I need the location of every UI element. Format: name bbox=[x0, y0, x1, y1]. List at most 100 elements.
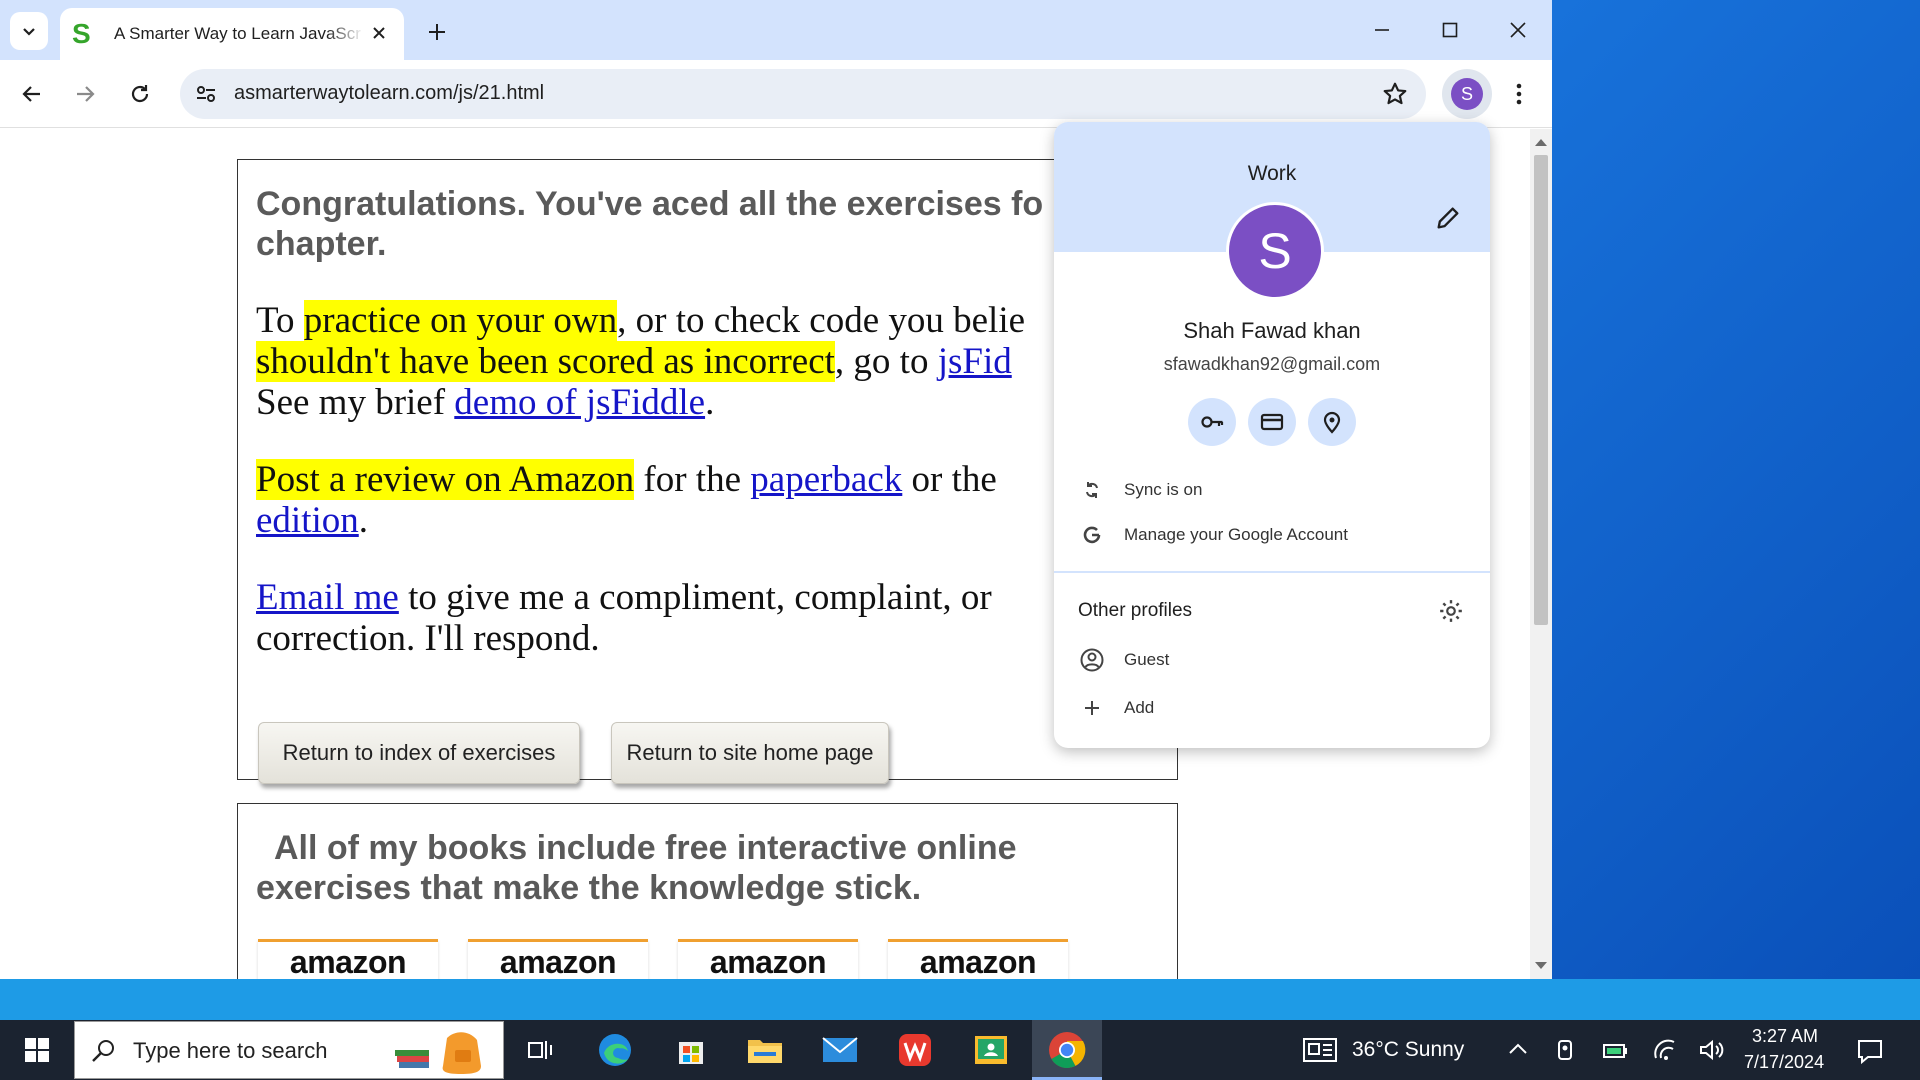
windows-taskbar: Type here to search 36°C Sunny 3:27 AM 7… bbox=[0, 1020, 1920, 1080]
avatar: S bbox=[1451, 78, 1483, 110]
meet-now-icon[interactable] bbox=[1554, 1038, 1576, 1062]
location-pin-icon bbox=[1323, 411, 1341, 434]
microsoft-store-taskbar-icon[interactable] bbox=[654, 1020, 728, 1080]
new-tab-button[interactable] bbox=[420, 15, 454, 49]
windows-logo-icon bbox=[25, 1038, 49, 1062]
edge-taskbar-icon[interactable] bbox=[578, 1020, 652, 1080]
link-paperback[interactable]: paperback bbox=[750, 459, 902, 500]
task-view-button[interactable] bbox=[504, 1020, 578, 1080]
notification-icon[interactable] bbox=[1856, 1037, 1884, 1065]
url-text[interactable]: asmarterwaytolearn.com/js/21.html bbox=[234, 82, 544, 105]
wifi-icon[interactable] bbox=[1652, 1038, 1678, 1062]
site-favicon: S bbox=[72, 18, 91, 49]
plus-icon bbox=[1078, 699, 1106, 717]
file-explorer-taskbar-icon[interactable] bbox=[728, 1020, 802, 1080]
close-icon bbox=[373, 27, 385, 39]
clock-time[interactable]: 3:27 AM bbox=[1752, 1026, 1818, 1047]
chrome-menu-button[interactable] bbox=[1500, 75, 1538, 113]
books-heading-line-2: exercises that make the knowledge stick. bbox=[256, 869, 922, 907]
credit-card-icon bbox=[1260, 413, 1284, 431]
desktop-band bbox=[0, 979, 1920, 1020]
clock-date[interactable]: 7/17/2024 bbox=[1744, 1052, 1824, 1073]
address-bar[interactable]: asmarterwaytolearn.com/js/21.html bbox=[180, 69, 1426, 119]
sync-icon bbox=[1078, 480, 1106, 500]
payment-methods-button[interactable] bbox=[1248, 398, 1296, 446]
back-button[interactable] bbox=[13, 75, 51, 113]
tab-search-button[interactable] bbox=[10, 12, 48, 50]
paragraph-practice-line-2: shouldn't have been scored as incorrect,… bbox=[256, 341, 1012, 382]
amazon-logo-2[interactable]: amazon bbox=[468, 939, 648, 979]
guest-label: Guest bbox=[1124, 650, 1170, 669]
close-window-button[interactable] bbox=[1484, 0, 1552, 60]
amazon-logo-1[interactable]: amazon bbox=[258, 939, 438, 979]
link-demo-of-jsfiddle[interactable]: demo of jsFiddle bbox=[454, 382, 705, 423]
wps-office-taskbar-icon[interactable] bbox=[878, 1020, 952, 1080]
mail-taskbar-icon[interactable] bbox=[803, 1020, 877, 1080]
return-to-index-button[interactable]: Return to index of exercises bbox=[258, 722, 580, 784]
chrome-taskbar-active[interactable] bbox=[1032, 1020, 1102, 1080]
weather-news-icon[interactable] bbox=[1302, 1036, 1338, 1064]
addresses-button[interactable] bbox=[1308, 398, 1356, 446]
chevron-down-icon bbox=[23, 28, 35, 36]
pencil-icon[interactable] bbox=[1434, 204, 1462, 232]
manage-account-row[interactable]: Manage your Google Account bbox=[1078, 520, 1348, 550]
maximize-button[interactable] bbox=[1416, 0, 1484, 60]
search-placeholder: Type here to search bbox=[133, 1038, 328, 1063]
site-info-icon[interactable] bbox=[192, 80, 220, 108]
profile-label: Work bbox=[1247, 162, 1297, 185]
arrow-right-icon bbox=[77, 86, 95, 102]
highlight-review: Post a review on Amazon bbox=[256, 459, 635, 500]
profile-button[interactable]: S bbox=[1442, 69, 1492, 119]
congratulations-box: Congratulations. You've aced all the exe… bbox=[237, 159, 1178, 784]
page-scrollbar[interactable] bbox=[1530, 129, 1552, 979]
chevron-up-icon[interactable] bbox=[1508, 1041, 1528, 1057]
key-icon bbox=[1201, 416, 1224, 428]
amazon-logo-4[interactable]: amazon bbox=[888, 939, 1068, 979]
heading-line-1: Congratulations. You've aced all the exe… bbox=[256, 185, 1044, 223]
paragraph-email-line-1: Email me to give me a compliment, compla… bbox=[256, 577, 992, 618]
close-icon bbox=[1510, 22, 1526, 38]
other-profiles-heading: Other profiles bbox=[1078, 600, 1193, 621]
volume-icon[interactable] bbox=[1698, 1038, 1726, 1062]
scroll-thumb[interactable] bbox=[1534, 155, 1548, 625]
chrome-window: S A Smarter Way to Learn JavaScr asmarte… bbox=[0, 0, 1552, 979]
link-email-me[interactable]: Email me bbox=[256, 577, 399, 618]
tab-active[interactable]: S A Smarter Way to Learn JavaScr bbox=[60, 8, 404, 60]
paragraph-email-line-2: correction. I'll respond. bbox=[256, 618, 600, 659]
paragraph-practice-line-3: See my brief demo of jsFiddle. bbox=[256, 382, 715, 423]
taskbar-search-box[interactable]: Type here to search bbox=[74, 1021, 504, 1079]
link-jsfiddle[interactable]: jsFid bbox=[938, 341, 1012, 382]
tab-strip: S A Smarter Way to Learn JavaScr bbox=[0, 0, 1552, 60]
scroll-down-arrow[interactable] bbox=[1535, 962, 1547, 969]
reload-button[interactable] bbox=[121, 75, 159, 113]
scroll-up-arrow[interactable] bbox=[1535, 139, 1547, 146]
profile-menu-popup: Work S Shah Fawad khan sfawadkhan92@gmai… bbox=[1054, 122, 1490, 748]
add-profile-row[interactable]: Add bbox=[1078, 693, 1154, 723]
books-box: All of my books include free interactive… bbox=[237, 803, 1178, 979]
manage-account-label: Manage your Google Account bbox=[1124, 525, 1348, 544]
battery-icon[interactable] bbox=[1602, 1039, 1630, 1061]
classroom-taskbar-icon[interactable] bbox=[954, 1020, 1028, 1080]
gear-icon[interactable] bbox=[1438, 598, 1464, 624]
sync-row[interactable]: Sync is on bbox=[1078, 475, 1202, 505]
link-edition[interactable]: edition bbox=[256, 500, 359, 541]
guest-profile-row[interactable]: Guest bbox=[1078, 645, 1169, 675]
chrome-icon bbox=[1049, 1032, 1086, 1069]
start-button[interactable] bbox=[0, 1020, 74, 1080]
weather-text[interactable]: 36°C Sunny bbox=[1352, 1038, 1464, 1062]
return-to-home-button[interactable]: Return to site home page bbox=[611, 722, 889, 784]
more-vertical-icon bbox=[1516, 83, 1522, 105]
add-label: Add bbox=[1124, 698, 1155, 717]
minimize-button[interactable] bbox=[1348, 0, 1416, 60]
tab-close-button[interactable] bbox=[368, 22, 390, 44]
google-g-icon bbox=[1078, 524, 1106, 546]
tab-title: A Smarter Way to Learn JavaScr bbox=[114, 24, 361, 43]
search-highlight-image-icon bbox=[395, 1032, 481, 1074]
paragraph-review-line-2: edition. bbox=[256, 500, 369, 541]
passwords-button[interactable] bbox=[1188, 398, 1236, 446]
forward-button[interactable] bbox=[66, 75, 104, 113]
heading-line-2: chapter. bbox=[256, 225, 387, 263]
plus-icon bbox=[429, 24, 445, 40]
amazon-logo-3[interactable]: amazon bbox=[678, 939, 858, 979]
bookmark-star-icon[interactable] bbox=[1382, 81, 1408, 107]
